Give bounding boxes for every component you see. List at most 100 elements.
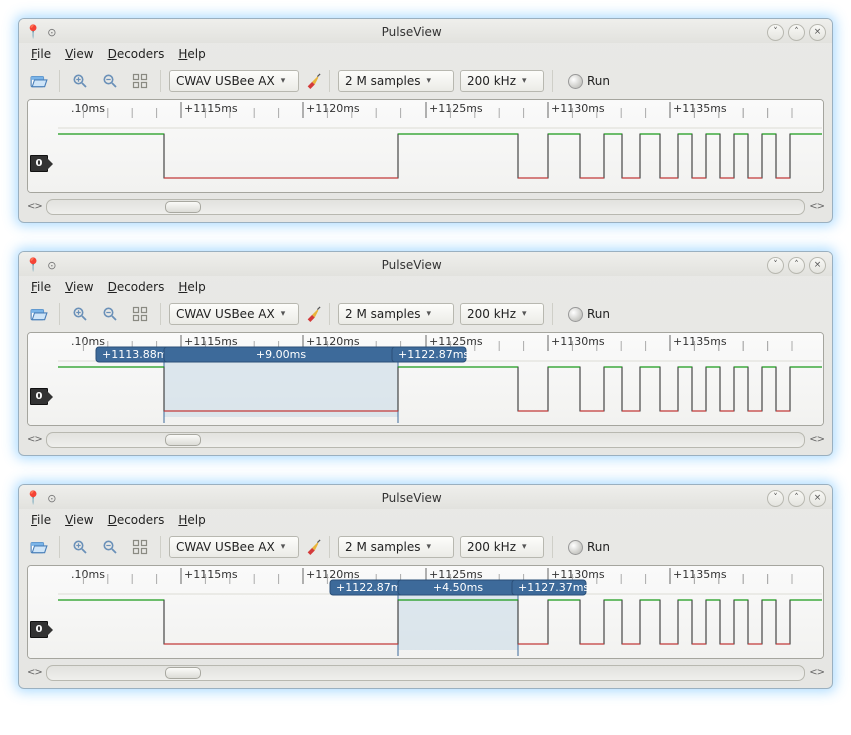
scroll-thumb[interactable] xyxy=(165,667,201,679)
svg-text:+1122.87ms: +1122.87ms xyxy=(398,348,469,361)
probe-icon[interactable] xyxy=(305,539,321,555)
menu-view[interactable]: View xyxy=(59,511,99,529)
minimize-button[interactable]: ˅ xyxy=(767,257,784,274)
samples-combo[interactable]: 2 M samples ▾ xyxy=(338,70,454,92)
titlebar: 📍 ⊙ PulseView ˅ ˄ × xyxy=(19,252,832,276)
titlebar: 📍 ⊙ PulseView ˅ ˄ × xyxy=(19,485,832,509)
menu-decoders[interactable]: Decoders xyxy=(102,511,171,529)
close-button[interactable]: × xyxy=(809,257,826,274)
channel-label[interactable]: 0 xyxy=(30,155,48,172)
menu-file[interactable]: File xyxy=(25,278,57,296)
menu-file[interactable]: File xyxy=(25,45,57,63)
scroll-right-icon[interactable]: <> xyxy=(809,667,824,678)
probe-icon[interactable] xyxy=(305,306,321,322)
svg-text:.10ms: .10ms xyxy=(71,102,105,115)
scroll-track[interactable] xyxy=(46,432,805,448)
rate-combo[interactable]: 200 kHz ▾ xyxy=(460,536,544,558)
pin-icon[interactable]: ⊙ xyxy=(47,26,56,39)
app-icon: 📍 xyxy=(25,25,41,40)
rate-combo-label: 200 kHz xyxy=(467,307,516,321)
zoom-fit-button[interactable] xyxy=(128,69,152,93)
record-icon xyxy=(568,540,583,555)
svg-text:+1122.87ms: +1122.87ms xyxy=(336,581,407,594)
close-button[interactable]: × xyxy=(809,24,826,41)
menu-decoders[interactable]: Decoders xyxy=(102,45,171,63)
horizontal-scrollbar[interactable]: <> <> xyxy=(27,430,824,449)
chevron-down-icon: ▾ xyxy=(522,542,527,552)
scroll-thumb[interactable] xyxy=(165,434,201,446)
scroll-right-icon[interactable]: <> xyxy=(809,434,824,445)
close-button[interactable]: × xyxy=(809,490,826,507)
samples-combo[interactable]: 2 M samples ▾ xyxy=(338,303,454,325)
menu-help[interactable]: Help xyxy=(172,45,211,63)
svg-text:+9.00ms: +9.00ms xyxy=(256,348,306,361)
menu-help[interactable]: Help xyxy=(172,278,211,296)
minimize-button[interactable]: ˅ xyxy=(767,24,784,41)
minimize-button[interactable]: ˅ xyxy=(767,490,784,507)
zoom-fit-button[interactable] xyxy=(128,535,152,559)
app-icon: 📍 xyxy=(25,258,41,273)
scroll-right-icon[interactable]: <> xyxy=(809,201,824,212)
run-button[interactable]: Run xyxy=(561,303,617,325)
zoom-out-button[interactable] xyxy=(98,535,122,559)
zoom-out-button[interactable] xyxy=(98,69,122,93)
waveform-trace xyxy=(58,134,822,178)
maximize-button[interactable]: ˄ xyxy=(788,24,805,41)
horizontal-scrollbar[interactable]: <> <> xyxy=(27,663,824,682)
scroll-left-icon[interactable]: <> xyxy=(27,201,42,212)
pin-icon[interactable]: ⊙ xyxy=(47,259,56,272)
toolbar: CWAV USBee AX ▾ 2 M samples ▾ 200 kHz ▾ … xyxy=(19,533,832,565)
rate-combo[interactable]: 200 kHz ▾ xyxy=(460,303,544,325)
pin-icon[interactable]: ⊙ xyxy=(47,492,56,505)
probe-icon[interactable] xyxy=(305,73,321,89)
channel-label[interactable]: 0 xyxy=(30,621,48,638)
svg-text:+4.50ms: +4.50ms xyxy=(433,581,483,594)
waveform-area[interactable]: .10ms+1115ms+1120ms+1125ms+1130ms+1135ms… xyxy=(27,332,824,426)
device-combo-label: CWAV USBee AX xyxy=(176,540,275,554)
device-combo[interactable]: CWAV USBee AX ▾ xyxy=(169,303,299,325)
waveform-area[interactable]: .10ms+1115ms+1120ms+1125ms+1130ms+1135ms… xyxy=(27,99,824,193)
svg-text:.10ms: .10ms xyxy=(71,568,105,581)
zoom-fit-button[interactable] xyxy=(128,302,152,326)
menubar: File View Decoders Help xyxy=(19,276,832,300)
run-button-label: Run xyxy=(587,540,610,554)
zoom-in-button[interactable] xyxy=(68,69,92,93)
zoom-in-button[interactable] xyxy=(68,535,92,559)
menu-decoders[interactable]: Decoders xyxy=(102,278,171,296)
scroll-track[interactable] xyxy=(46,199,805,215)
open-button[interactable] xyxy=(27,302,51,326)
rate-combo[interactable]: 200 kHz ▾ xyxy=(460,70,544,92)
horizontal-scrollbar[interactable]: <> <> xyxy=(27,197,824,216)
chevron-down-icon: ▾ xyxy=(281,542,286,552)
menu-help[interactable]: Help xyxy=(172,511,211,529)
run-button[interactable]: Run xyxy=(561,70,617,92)
device-combo-label: CWAV USBee AX xyxy=(176,307,275,321)
app-window: 📍 ⊙ PulseView ˅ ˄ × File View Decoders H… xyxy=(18,18,833,223)
toolbar: CWAV USBee AX ▾ 2 M samples ▾ 200 kHz ▾ … xyxy=(19,67,832,99)
run-button-label: Run xyxy=(587,74,610,88)
scroll-left-icon[interactable]: <> xyxy=(27,667,42,678)
open-button[interactable] xyxy=(27,69,51,93)
scroll-track[interactable] xyxy=(46,665,805,681)
zoom-in-button[interactable] xyxy=(68,302,92,326)
maximize-button[interactable]: ˄ xyxy=(788,490,805,507)
open-button[interactable] xyxy=(27,535,51,559)
run-button[interactable]: Run xyxy=(561,536,617,558)
svg-text:+1127.37ms: +1127.37ms xyxy=(518,581,589,594)
scroll-thumb[interactable] xyxy=(165,201,201,213)
device-combo[interactable]: CWAV USBee AX ▾ xyxy=(169,536,299,558)
menu-view[interactable]: View xyxy=(59,45,99,63)
samples-combo[interactable]: 2 M samples ▾ xyxy=(338,536,454,558)
device-combo[interactable]: CWAV USBee AX ▾ xyxy=(169,70,299,92)
waveform-area[interactable]: .10ms+1115ms+1120ms+1125ms+1130ms+1135ms… xyxy=(27,565,824,659)
channel-label[interactable]: 0 xyxy=(30,388,48,405)
zoom-out-button[interactable] xyxy=(98,302,122,326)
rate-combo-label: 200 kHz xyxy=(467,74,516,88)
scroll-left-icon[interactable]: <> xyxy=(27,434,42,445)
window-title: PulseView xyxy=(56,491,767,505)
maximize-button[interactable]: ˄ xyxy=(788,257,805,274)
menu-view[interactable]: View xyxy=(59,278,99,296)
menubar: File View Decoders Help xyxy=(19,509,832,533)
chevron-down-icon: ▾ xyxy=(427,76,432,86)
menu-file[interactable]: File xyxy=(25,511,57,529)
